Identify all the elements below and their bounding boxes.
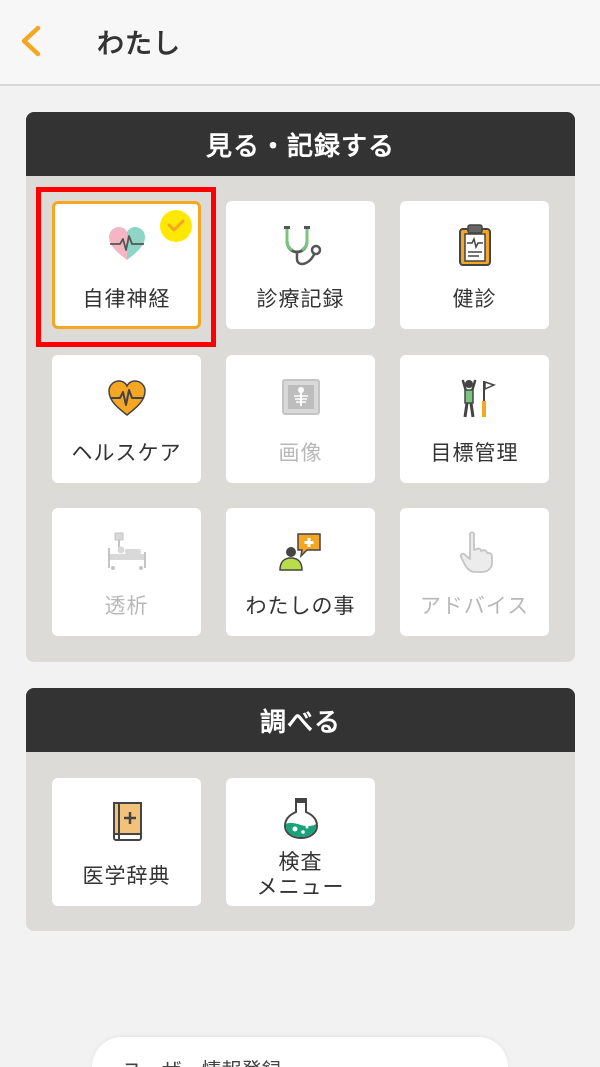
check-badge [160,210,192,242]
person-speech-icon [278,533,321,571]
tile-label: 透析 [104,594,149,618]
tile-label: 医学辞典 [82,864,171,888]
tile-advice[interactable]: アドバイス [400,508,549,636]
chevron-left-icon [21,25,41,57]
heart-pulse-icon [108,227,145,260]
record-section-header: 見る・記録する [26,112,575,176]
tile-label: 健診 [452,287,497,311]
tile-label: ヘルスケア [71,441,182,465]
checkmark-icon [167,219,185,232]
tile-label: 診療記録 [256,287,345,311]
pointing-hand-icon [459,531,493,573]
tile-health-checkup[interactable]: 健診 [400,201,549,329]
tile-autonomic-nerve[interactable]: 自律神経 [52,201,201,329]
tile-image[interactable]: 画像 [226,355,375,483]
back-button[interactable] [8,18,52,64]
tile-dialysis[interactable]: 透析 [52,508,201,636]
tile-label: 検査 メニュー [226,850,375,900]
page-title: わたし [97,29,181,60]
tile-label: アドバイス [419,594,530,618]
user-registration-button[interactable]: ユーザー情報登録 [92,1037,508,1067]
tile-label-line2: メニュー [256,875,345,899]
tile-label: 画像 [278,441,323,465]
xray-image-icon [281,379,320,415]
user-registration-label: ユーザー情報登録 [122,1054,282,1067]
heart-monitor-icon [107,380,146,416]
tile-medical-record[interactable]: 診療記録 [226,201,375,329]
goal-flag-icon [461,379,496,418]
dialysis-bed-icon [107,532,146,570]
app-header: わたし [0,0,600,86]
tile-label: 自律神経 [82,287,171,311]
tile-about-me[interactable]: わたしの事 [226,508,375,636]
tile-label: わたしの事 [245,594,356,618]
tile-healthcare[interactable]: ヘルスケア [52,355,201,483]
flask-icon [283,798,318,840]
tile-label-line1: 検査 [278,850,323,874]
tile-goal-management[interactable]: 目標管理 [400,355,549,483]
search-section-header: 調べる [26,688,575,752]
tile-label: 目標管理 [430,441,519,465]
stethoscope-icon [283,226,321,266]
tile-test-menu[interactable]: 検査 メニュー [226,778,375,906]
clipboard-icon [458,224,491,266]
medical-book-icon [112,802,142,841]
tile-medical-dictionary[interactable]: 医学辞典 [52,778,201,906]
